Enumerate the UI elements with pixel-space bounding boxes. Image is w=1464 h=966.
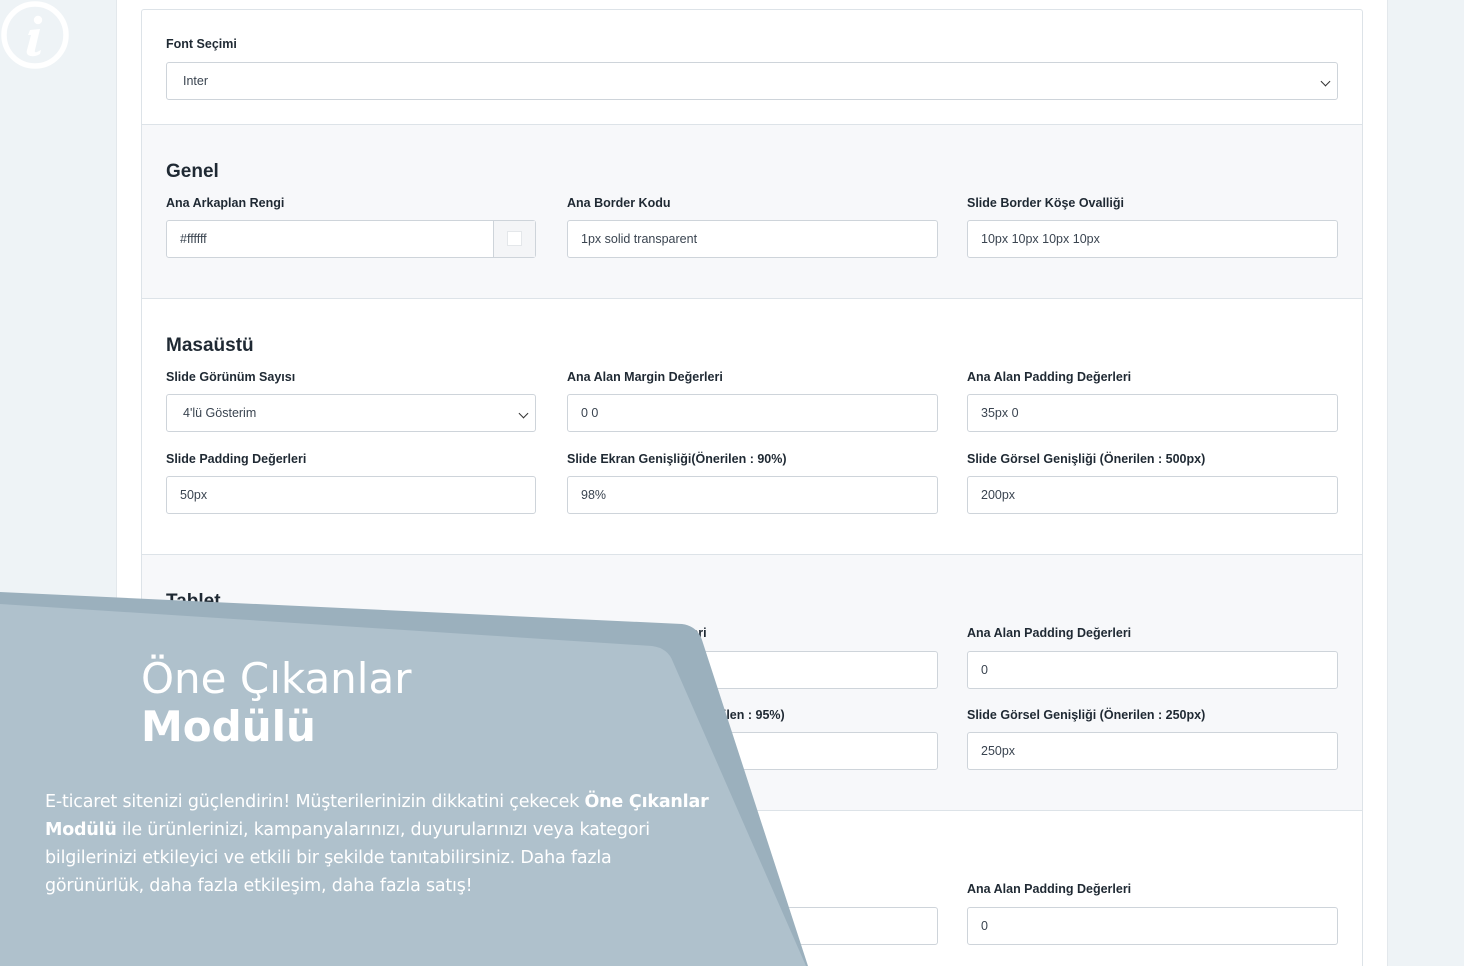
chevron-down-icon xyxy=(518,408,529,419)
image-width-value: 200px xyxy=(981,488,1016,502)
mobile-padding-input[interactable]: 0 xyxy=(967,907,1338,945)
image-width-input[interactable]: 200px xyxy=(967,476,1338,514)
font-label: Font Seçimi xyxy=(166,37,237,51)
border-radius-input[interactable]: 10px 10px 10px 10px xyxy=(967,220,1338,258)
screen-width-label: Slide Ekran Genişliği(Önerilen : 90%) xyxy=(567,452,787,466)
font-section: Font Seçimi Inter xyxy=(142,10,1362,125)
border-code-value: 1px solid transparent xyxy=(581,232,698,246)
image-width-label: Slide Görsel Genişliği (Önerilen : 500px… xyxy=(967,452,1206,466)
mobile-padding-value: 0 xyxy=(981,919,988,933)
tablet-padding-input[interactable]: 0 xyxy=(967,651,1338,689)
color-picker-button[interactable] xyxy=(493,221,535,257)
tablet-title: Tablet xyxy=(166,591,221,612)
screen-width-value: 98% xyxy=(581,488,607,502)
border-code-input[interactable]: 1px solid transparent xyxy=(567,220,938,258)
tablet-margin-label: erleri xyxy=(676,626,707,640)
desktop-margin-value: 0 0 xyxy=(581,406,599,420)
info-icon xyxy=(1,1,69,69)
desktop-title: Masaüstü xyxy=(166,335,254,356)
slide-count-value: 4'lü Gösterim xyxy=(183,406,257,420)
tablet-image-width-input[interactable]: 250px xyxy=(967,732,1338,770)
color-swatch xyxy=(507,231,522,246)
desktop-padding-input[interactable]: 35px 0 xyxy=(967,394,1338,432)
tablet-screen-width-label: rilen : 95%) xyxy=(718,708,785,722)
bg-color-label: Ana Arkaplan Rengi xyxy=(166,196,285,210)
chevron-down-icon xyxy=(1320,76,1331,87)
slide-count-select[interactable]: 4'lü Gösterim xyxy=(166,394,536,432)
border-radius-value: 10px 10px 10px 10px xyxy=(981,232,1100,246)
desktop-margin-input[interactable]: 0 0 xyxy=(567,394,938,432)
desktop-padding-label: Ana Alan Padding Değerleri xyxy=(967,370,1132,384)
general-title: Genel xyxy=(166,161,219,182)
tablet-padding-label: Ana Alan Padding Değerleri xyxy=(967,626,1132,640)
mobile-section: Ana Alan Padding Değerleri 0 xyxy=(142,811,1362,966)
bg-color-input[interactable]: #ffffff xyxy=(166,220,536,258)
desktop-padding-value: 35px 0 xyxy=(981,406,1019,420)
border-radius-label: Slide Border Köşe Ovalliği xyxy=(967,196,1124,210)
desktop-margin-label: Ana Alan Margin Değerleri xyxy=(567,370,723,384)
tablet-padding-value: 0 xyxy=(981,663,988,677)
tablet-screen-width-input[interactable] xyxy=(567,732,938,770)
desktop-section: Masaüstü Slide Görünüm Sayısı 4'lü Göste… xyxy=(142,299,1362,555)
screen-width-input[interactable]: 98% xyxy=(567,476,938,514)
border-code-label: Ana Border Kodu xyxy=(567,196,671,210)
mobile-padding-label: Ana Alan Padding Değerleri xyxy=(967,882,1132,896)
slide-padding-input[interactable]: 50px xyxy=(166,476,536,514)
tablet-image-width-label: Slide Görsel Genişliği (Önerilen : 250px… xyxy=(967,708,1206,722)
slide-count-label: Slide Görünüm Sayısı xyxy=(166,370,296,384)
settings-card: Font Seçimi Inter Genel Ana Arkaplan Ren… xyxy=(141,9,1363,966)
tablet-section: Tablet erleri Ana Alan Padding Değerleri… xyxy=(142,555,1362,811)
bg-color-value: #ffffff xyxy=(180,232,207,246)
slide-padding-label: Slide Padding Değerleri xyxy=(166,452,307,466)
mobile-margin-input[interactable] xyxy=(567,907,938,945)
tablet-image-width-value: 250px xyxy=(981,744,1016,758)
slide-padding-value: 50px xyxy=(180,488,208,502)
general-section: Genel Ana Arkaplan Rengi #ffffff Ana Bor… xyxy=(142,125,1362,299)
font-select-value: Inter xyxy=(183,74,209,88)
tablet-margin-input[interactable] xyxy=(567,651,938,689)
font-select[interactable]: Inter xyxy=(166,62,1338,100)
